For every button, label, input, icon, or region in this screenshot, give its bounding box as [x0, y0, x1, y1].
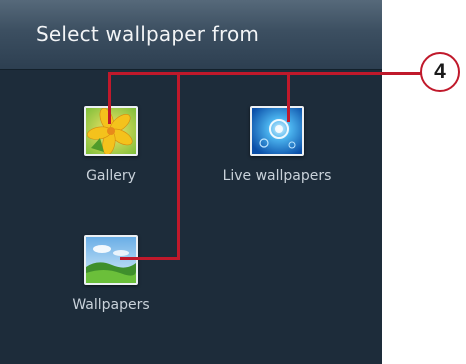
callout-line-wallpapers-link — [120, 257, 180, 260]
callout-line-vertical — [177, 72, 180, 260]
gallery-option[interactable]: Gallery — [36, 106, 186, 184]
callout-line-horizontal — [108, 72, 421, 75]
wallpapers-landscape-icon — [84, 235, 138, 285]
wallpapers-option[interactable]: Wallpapers — [36, 235, 186, 313]
gallery-flower-icon — [84, 106, 138, 156]
title-bar: Select wallpaper from — [0, 0, 382, 70]
dialog-title: Select wallpaper from — [36, 22, 260, 46]
callout-line-gallery-drop — [108, 72, 111, 124]
callout-number-badge: 4 — [420, 52, 460, 92]
wallpaper-dialog: Select wallpaper from Gallery Live wallp… — [0, 0, 382, 364]
live-wallpaper-bubble-icon — [250, 106, 304, 156]
live-wallpapers-label: Live wallpapers — [222, 168, 332, 184]
wallpapers-label: Wallpapers — [72, 297, 150, 313]
live-wallpapers-option[interactable]: Live wallpapers — [202, 106, 352, 184]
gallery-label: Gallery — [86, 168, 136, 184]
callout-line-live-drop — [287, 72, 290, 122]
